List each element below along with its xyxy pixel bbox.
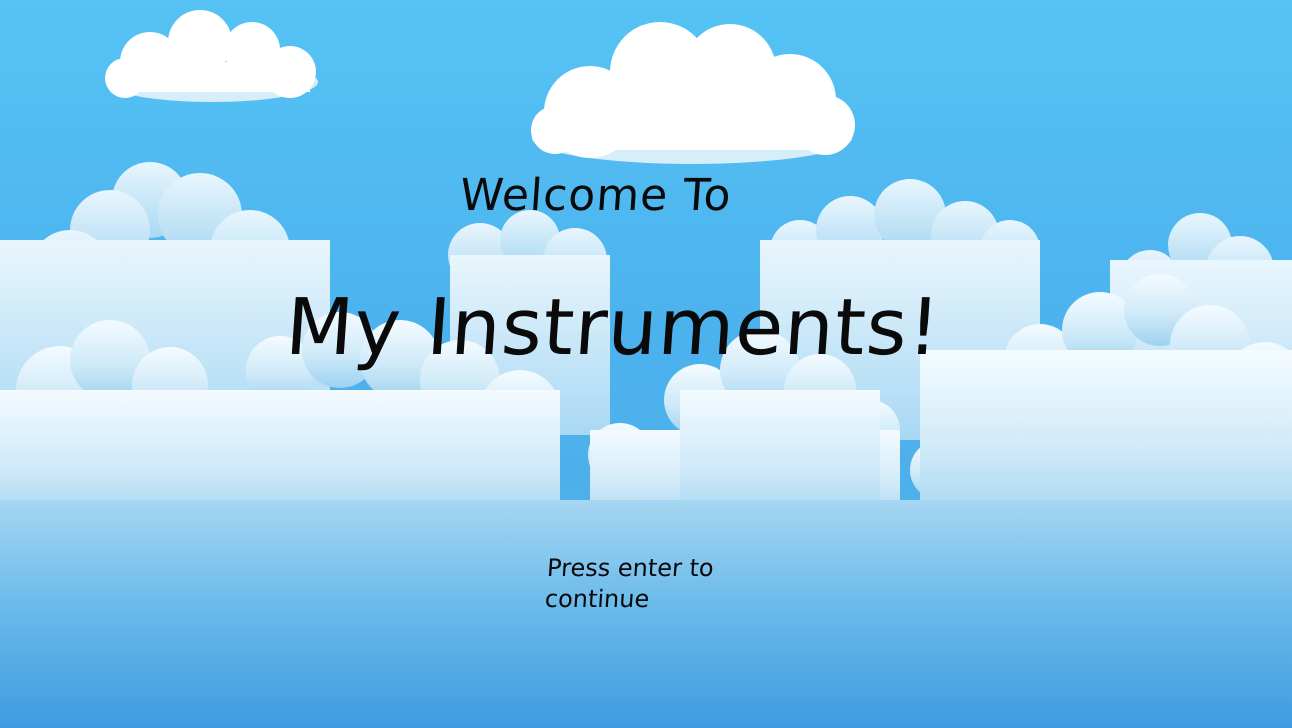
small-cloud bbox=[105, 10, 318, 102]
title-screen[interactable]: Welcome To My Instruments! Press enter t… bbox=[0, 0, 1292, 728]
press-enter-prompt: Press enter to continue bbox=[543, 554, 715, 613]
game-title: My Instruments! bbox=[282, 283, 944, 373]
welcome-heading: Welcome To bbox=[458, 170, 734, 221]
large-cloud bbox=[531, 22, 855, 164]
